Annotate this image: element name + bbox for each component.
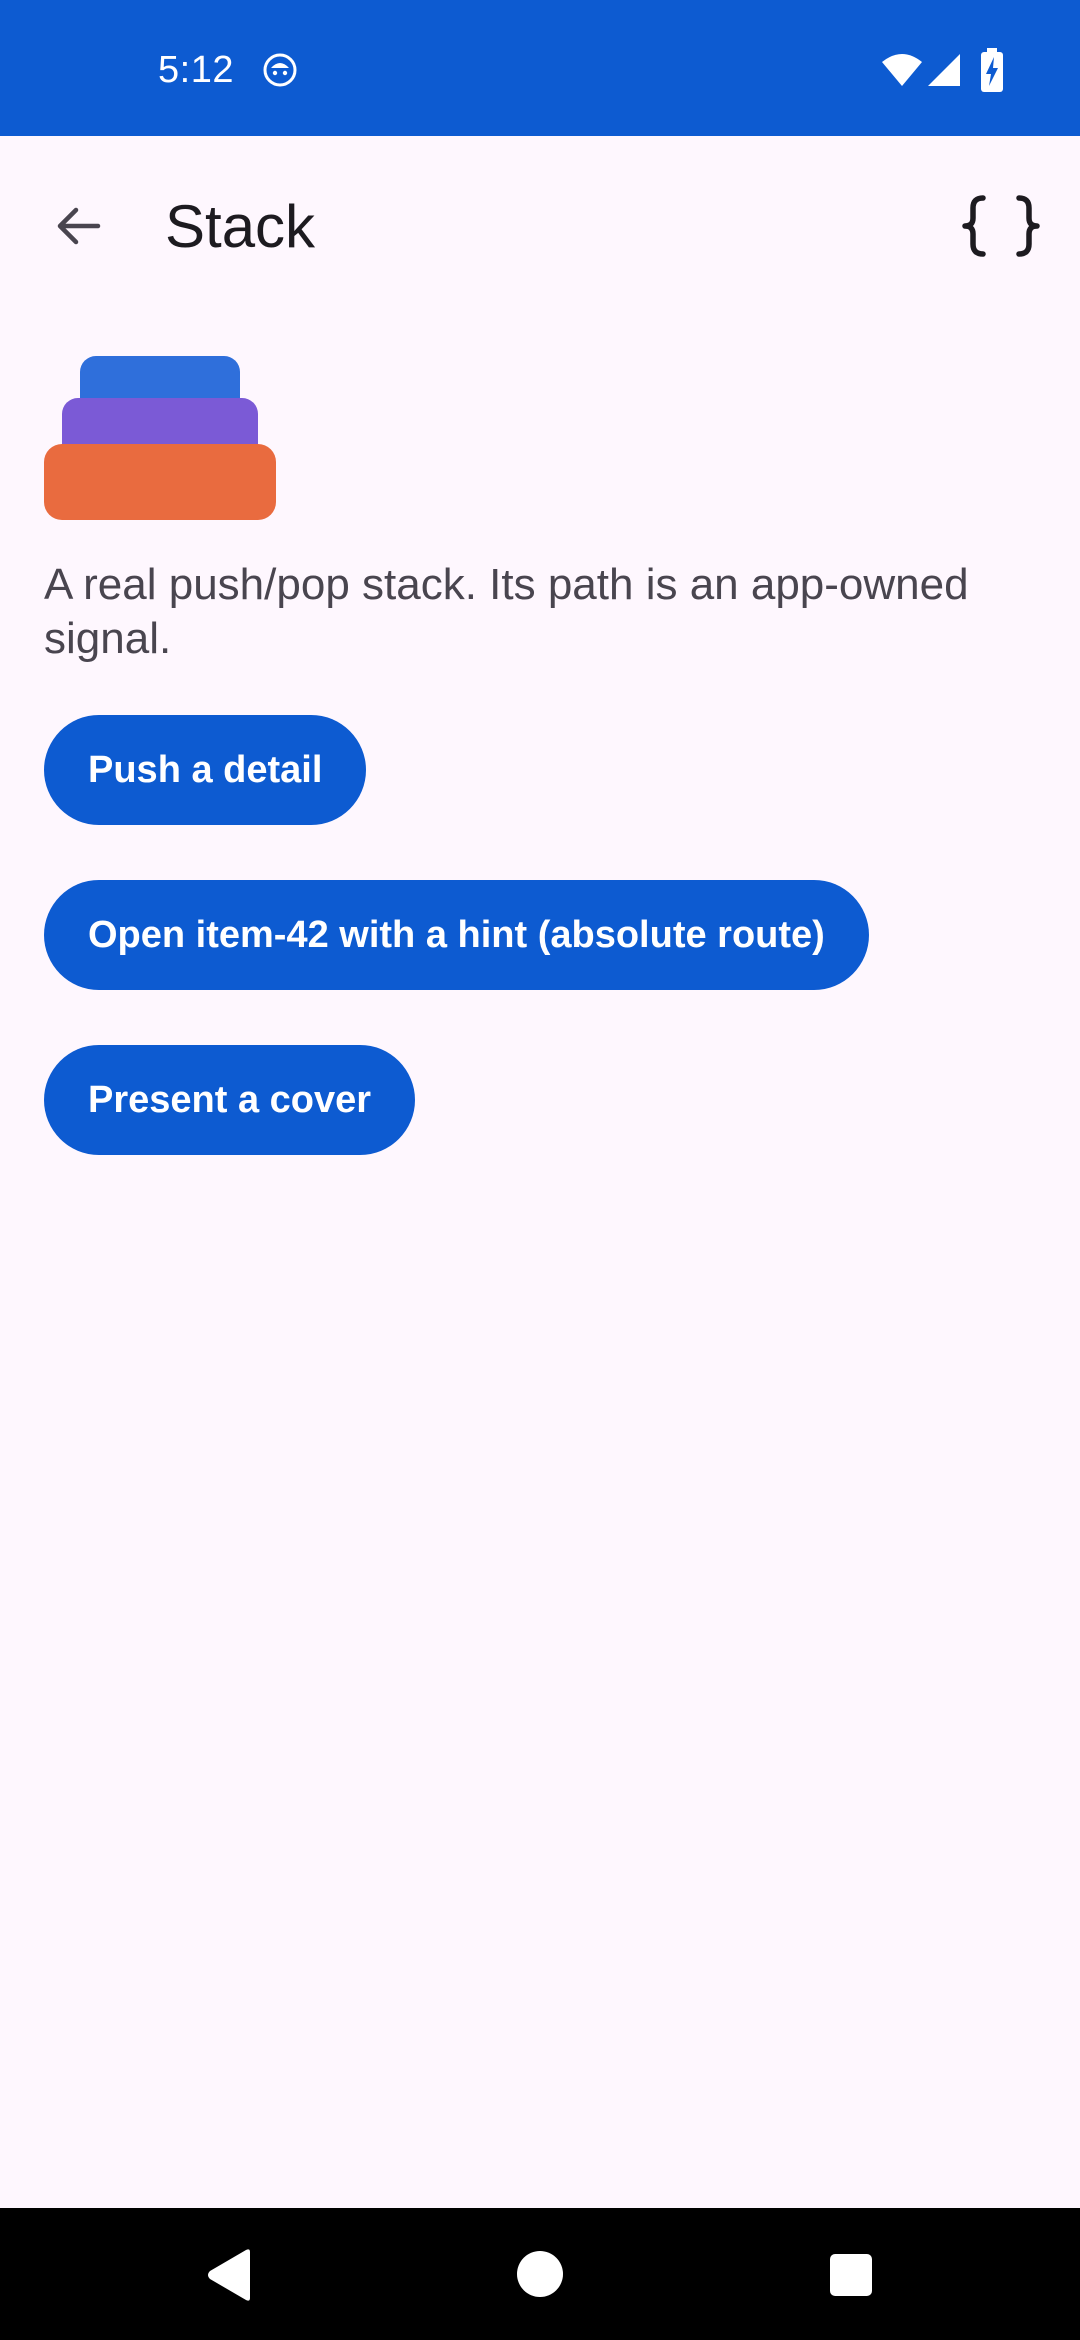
status-bar: 5:12 xyxy=(0,0,1080,136)
curly-braces-icon xyxy=(962,195,1040,257)
nav-back-icon[interactable] xyxy=(204,2248,254,2302)
view-json-button[interactable] xyxy=(956,184,1046,268)
description-text: A real push/pop stack. Its path is an ap… xyxy=(44,560,969,663)
push-detail-button[interactable]: Push a detail xyxy=(44,715,367,825)
face-icon xyxy=(263,53,297,87)
signal-icon xyxy=(928,54,960,86)
nav-recents-icon[interactable] xyxy=(830,2254,872,2296)
system-navigation-bar xyxy=(0,2208,1080,2340)
status-time: 5:12 xyxy=(158,49,234,91)
open-item-42-button[interactable]: Open item-42 with a hint (absolute route… xyxy=(44,880,869,990)
arrow-left-icon xyxy=(57,207,101,245)
present-cover-button[interactable]: Present a cover xyxy=(44,1045,416,1155)
wifi-icon xyxy=(882,54,922,86)
page-title: Stack xyxy=(165,193,316,260)
stack-layers-icon xyxy=(44,356,276,520)
nav-home-icon[interactable] xyxy=(516,2250,564,2298)
back-button[interactable] xyxy=(36,184,120,268)
top-app-bar: Stack xyxy=(0,136,1080,316)
battery-charging-icon xyxy=(981,48,1003,92)
